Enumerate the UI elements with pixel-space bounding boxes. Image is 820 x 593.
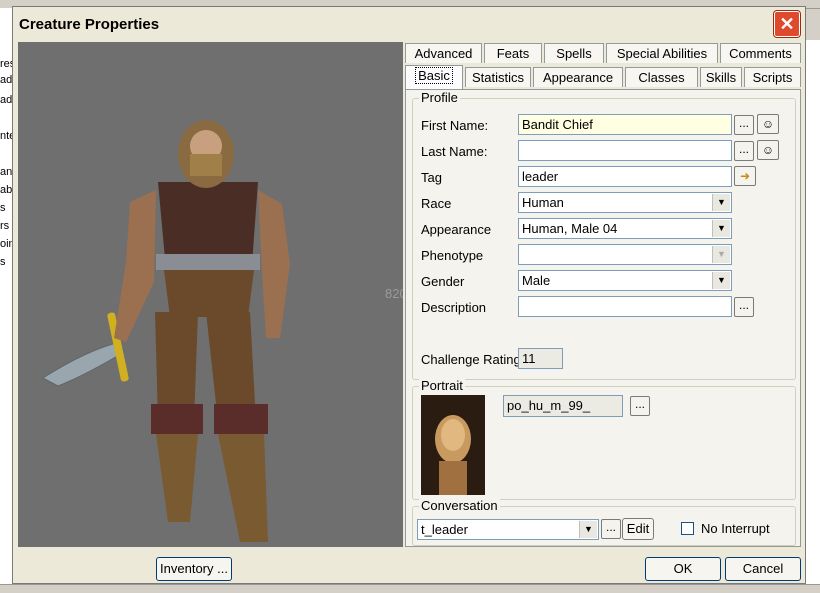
tab-comments[interactable]: Comments (720, 43, 801, 63)
speech-face-icon: ☺ (761, 117, 775, 131)
creature-properties-dialog: Creature Properties ✕ 820 (12, 6, 806, 584)
background-text: an (0, 166, 13, 178)
background-text: s (0, 256, 6, 268)
tab-label: Basic (415, 67, 453, 84)
tab-feats[interactable]: Feats (484, 43, 542, 63)
tab-label: Scripts (752, 70, 793, 85)
background-text: rs (0, 220, 10, 232)
tab-statistics[interactable]: Statistics (465, 67, 531, 87)
tab-special-abilities[interactable]: Special Abilities (606, 43, 718, 63)
race-value: Human (522, 195, 564, 210)
tag-field[interactable]: leader (518, 166, 732, 187)
model-viewport[interactable]: 820 (18, 42, 403, 547)
description-field[interactable] (518, 296, 732, 317)
tab-label: Skills (705, 70, 737, 85)
first-name-language-button[interactable]: ☺ (757, 114, 779, 134)
group-label: Profile (419, 90, 460, 105)
group-label: Portrait (419, 378, 465, 393)
tab-label: Classes (638, 70, 685, 85)
race-label: Race (421, 196, 452, 211)
tab-skills[interactable]: Skills (700, 67, 742, 87)
challenge-rating-field[interactable]: 11 (518, 348, 563, 369)
last-name-label: Last Name: (421, 144, 488, 159)
description-label: Description (421, 300, 487, 315)
speech-face-icon: ☺ (761, 143, 775, 157)
title-bar[interactable]: Creature Properties ✕ (13, 7, 805, 39)
tab-advanced[interactable]: Advanced (405, 43, 482, 63)
first-name-browse-button[interactable]: ... (734, 115, 754, 135)
description-browse-button[interactable]: ... (734, 297, 754, 317)
last-name-field[interactable] (518, 140, 732, 161)
tab-label: Statistics (471, 70, 524, 85)
creature-model-preview (42, 120, 290, 542)
tab-label: Advanced (414, 46, 473, 61)
background-panel-right (804, 40, 820, 592)
tab-label: Special Abilities (616, 46, 708, 61)
group-label: Conversation (419, 498, 500, 513)
first-name-field[interactable]: Bandit Chief (518, 114, 732, 135)
tab-label: Comments (729, 46, 792, 61)
last-name-browse-button[interactable]: ... (734, 141, 754, 161)
close-icon: ✕ (779, 14, 795, 34)
cancel-button[interactable]: Cancel (725, 557, 801, 581)
tag-sync-button[interactable]: ➜ (734, 166, 756, 186)
conversation-value: t_leader (421, 522, 468, 537)
conversation-select[interactable]: t_leader ▼ (417, 519, 599, 540)
window-title: Creature Properties (19, 16, 160, 33)
chevron-down-icon[interactable]: ▼ (712, 194, 730, 211)
close-button[interactable]: ✕ (774, 11, 800, 37)
first-name-label: First Name: (421, 118, 489, 133)
ok-button[interactable]: OK (645, 557, 721, 581)
background-text: s (0, 202, 6, 214)
tab-spells[interactable]: Spells (544, 43, 604, 63)
portrait-field[interactable]: po_hu_m_99_ (503, 395, 623, 417)
phenotype-label: Phenotype (421, 248, 484, 263)
appearance-select[interactable]: Human, Male 04 ▼ (518, 218, 732, 239)
tab-label: Spells (556, 46, 592, 61)
tab-panel-basic: Profile First Name: Bandit Chief ... ☺ L… (405, 89, 801, 547)
chevron-down-icon[interactable]: ▼ (712, 272, 730, 289)
tab-appearance[interactable]: Appearance (533, 67, 623, 87)
last-name-language-button[interactable]: ☺ (757, 140, 779, 160)
tab-basic[interactable]: Basic (405, 65, 463, 90)
conversation-browse-button[interactable]: ... (601, 519, 621, 539)
tab-scripts[interactable]: Scripts (744, 67, 801, 87)
appearance-label: Appearance (421, 222, 492, 237)
tab-label: Feats (496, 46, 530, 61)
portrait-browse-button[interactable]: ... (630, 396, 650, 416)
challenge-rating-label: Challenge Rating (421, 352, 518, 367)
phenotype-select[interactable]: ▼ (518, 244, 732, 265)
portrait-group: Portrait po_hu_m_99_ ... (412, 378, 796, 500)
gender-value: Male (522, 273, 551, 288)
tag-label: Tag (421, 170, 442, 185)
conversation-group: Conversation t_leader ▼ ... Edit No Inte… (412, 498, 796, 546)
viewport-overlay-text: 820 (385, 286, 403, 301)
chevron-down-icon[interactable]: ▼ (712, 220, 730, 237)
conversation-edit-button[interactable]: Edit (622, 518, 654, 540)
tab-classes[interactable]: Classes (625, 67, 698, 87)
appearance-value: Human, Male 04 (522, 221, 618, 236)
folder-arrow-icon: ➜ (739, 169, 751, 183)
chevron-down-icon[interactable]: ▼ (712, 246, 730, 263)
profile-group: Profile First Name: Bandit Chief ... ☺ L… (412, 90, 796, 380)
no-interrupt-label: No Interrupt (701, 521, 770, 536)
portrait-image (421, 395, 485, 495)
gender-select[interactable]: Male ▼ (518, 270, 732, 291)
race-select[interactable]: Human ▼ (518, 192, 732, 213)
inventory-button[interactable]: Inventory ... (156, 557, 232, 581)
gender-label: Gender (421, 274, 465, 289)
tab-label: Appearance (542, 70, 614, 85)
no-interrupt-checkbox[interactable] (681, 522, 694, 535)
chevron-down-icon[interactable]: ▼ (579, 521, 597, 538)
portrait-face-icon (421, 395, 485, 495)
